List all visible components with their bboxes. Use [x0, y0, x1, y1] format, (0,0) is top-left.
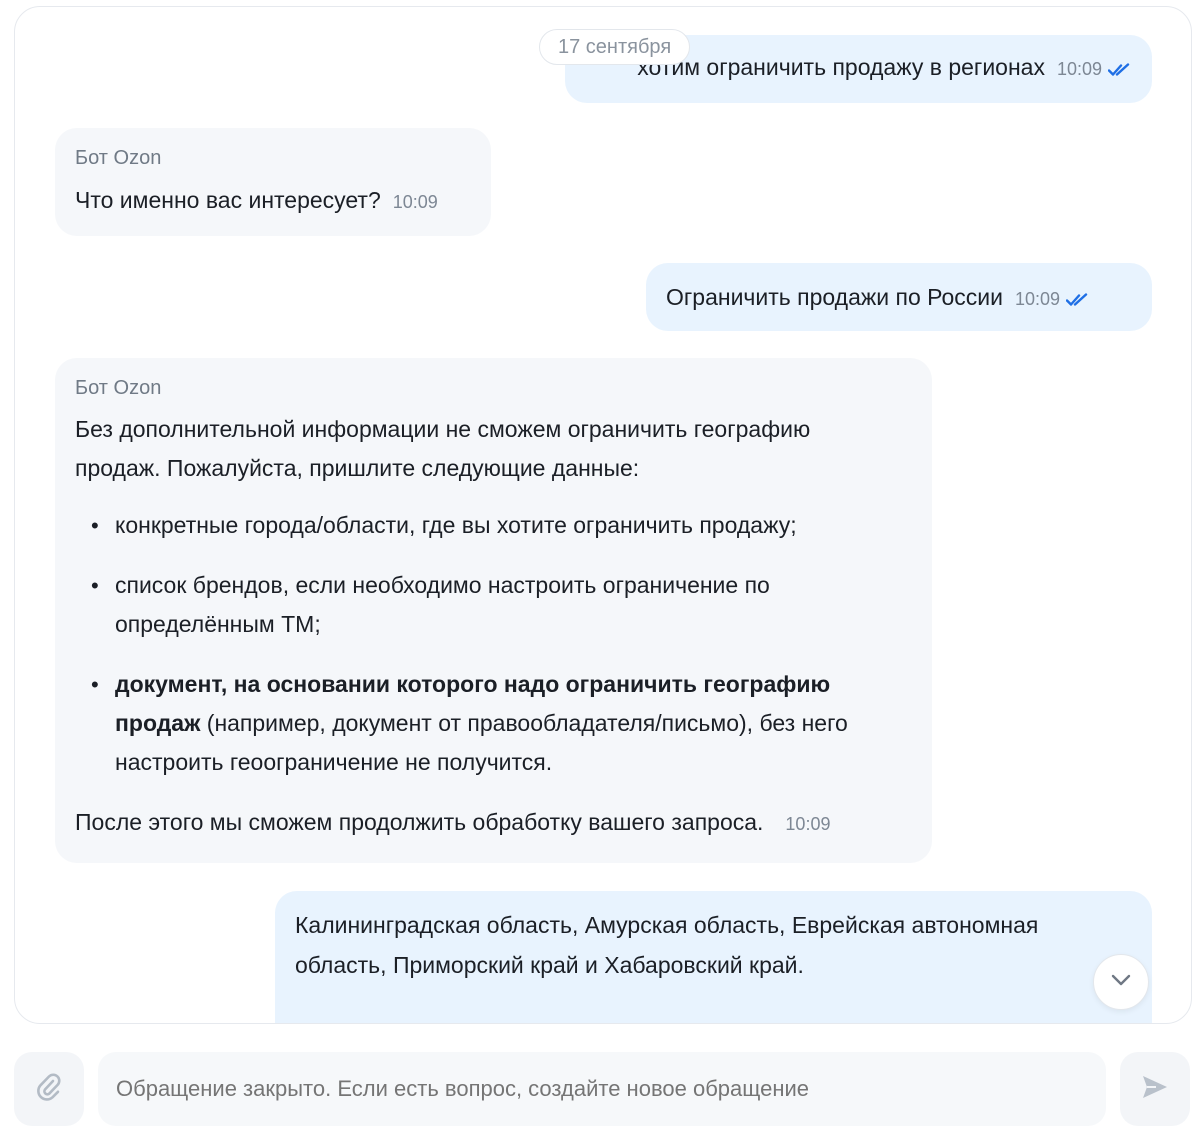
chat-history: 17 сентября хотим ограничить продажу в р…: [14, 6, 1192, 1024]
paperclip-icon: [34, 1072, 64, 1107]
double-check-icon: [1107, 53, 1130, 85]
list-item: документ, на основании которого надо огр…: [75, 665, 892, 782]
message-text: хотим ограничить продажу в регионах: [637, 54, 1045, 80]
message-text: Что именно вас интересует?: [75, 187, 381, 213]
message-text: Калининградская область, Амурская област…: [295, 912, 1039, 978]
double-check-icon: [1065, 283, 1088, 315]
send-icon: [1140, 1073, 1170, 1106]
sender-name: Бот Ozon: [75, 377, 162, 399]
message-time: 10:09: [392, 192, 438, 212]
message-time: 10:09: [1014, 289, 1061, 309]
message-text: Ограничить продажи по России: [666, 284, 1003, 310]
list-item: конкретные города/области, где вы хотите…: [75, 506, 892, 545]
scroll-down-button[interactable]: [1093, 954, 1149, 1010]
message-input[interactable]: [98, 1052, 1106, 1126]
incoming-message: Бот Ozon Без дополнительной информации н…: [55, 358, 932, 863]
message-closing: После этого мы сможем продолжить обработ…: [75, 809, 764, 835]
list-item: список брендов, если необходимо настроит…: [75, 566, 892, 644]
composer: [0, 1042, 1200, 1143]
chevron-down-icon: [1111, 973, 1131, 991]
message-intro: Без дополнительной информации не сможем …: [75, 416, 811, 481]
message-time: 10:09: [785, 814, 831, 834]
outgoing-message: Калининградская область, Амурская област…: [275, 891, 1152, 1023]
incoming-message: Бот Ozon Что именно вас интересует? 10:09: [55, 128, 491, 236]
outgoing-message: Ограничить продажи по России 10:09: [646, 263, 1152, 331]
attach-button[interactable]: [14, 1052, 84, 1126]
sender-name: Бот Ozon: [75, 147, 162, 169]
send-button[interactable]: [1120, 1052, 1190, 1126]
requirements-list: конкретные города/области, где вы хотите…: [75, 506, 892, 782]
date-separator: 17 сентября: [539, 29, 691, 65]
message-time: 10:09: [1056, 59, 1102, 79]
